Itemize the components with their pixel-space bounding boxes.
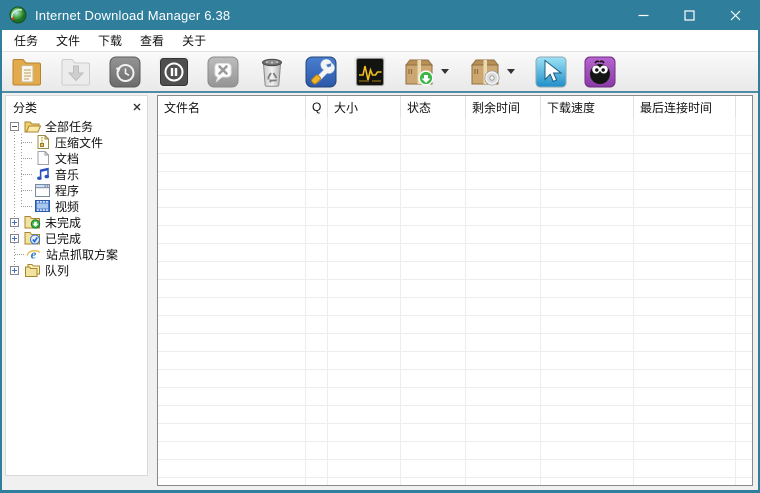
- window-title: Internet Download Manager 6.38: [35, 7, 231, 23]
- categories-close-icon[interactable]: [133, 103, 141, 111]
- minimize-icon[interactable]: [620, 0, 666, 30]
- resume-button[interactable]: [58, 54, 94, 90]
- grid-line: [735, 118, 736, 485]
- grabber-button[interactable]: [533, 54, 569, 90]
- categories-header: 分类: [6, 96, 147, 115]
- music-note-icon: [34, 167, 51, 182]
- mascot-button[interactable]: [582, 54, 618, 90]
- menu-about[interactable]: 关于: [173, 29, 215, 52]
- close-icon[interactable]: [712, 0, 758, 30]
- categories-title: 分类: [13, 100, 38, 115]
- column-header-4[interactable]: 剩余时间: [466, 96, 541, 118]
- categories-panel: 分类 全部任务 压缩文件 文档 音乐 程序 视频 未完成 已完成 e 站点抓取方…: [5, 95, 148, 476]
- tree-connector-line: [21, 134, 22, 206]
- tree-item-programs[interactable]: 程序: [6, 182, 147, 198]
- resume-folder-icon: [61, 58, 90, 85]
- column-header-1[interactable]: Q: [306, 96, 328, 118]
- zip-file-icon: [34, 135, 51, 150]
- column-header-3[interactable]: 状态: [401, 96, 466, 118]
- tree-item-unfinished[interactable]: 未完成: [6, 214, 147, 230]
- grid-line: [540, 118, 541, 485]
- video-film-icon: [34, 199, 51, 214]
- stop-queue-box-icon: [470, 59, 500, 85]
- options-wrench-icon: [305, 56, 337, 87]
- window-controls: [620, 0, 758, 30]
- start-queue-box-icon: [404, 59, 434, 86]
- grid-line: [305, 118, 306, 485]
- grabber-cursor-icon: [535, 56, 567, 87]
- menu-bar: 任务 文件 下载 查看 关于: [2, 30, 758, 52]
- grid-line: [633, 118, 634, 485]
- svg-text:e: e: [31, 247, 37, 261]
- scheduler-waveform-icon: [354, 56, 386, 87]
- table-header: 文件名 Q 大小 状态 剩余时间 下载速度 最后连接时间: [158, 96, 752, 118]
- maximize-icon[interactable]: [666, 0, 712, 30]
- stop-pause-icon: [158, 56, 190, 87]
- menu-view[interactable]: 查看: [131, 29, 173, 52]
- category-tree: 全部任务 压缩文件 文档 音乐 程序 视频 未完成 已完成 e 站点抓取方案 队…: [6, 118, 147, 278]
- collapse-minus-icon[interactable]: [10, 121, 19, 131]
- open-folder-icon: [24, 119, 41, 134]
- menu-file[interactable]: 文件: [47, 29, 89, 52]
- tree-item-grabber-projects[interactable]: e 站点抓取方案: [6, 246, 147, 262]
- tree-item-finished[interactable]: 已完成: [6, 230, 147, 246]
- column-header-6[interactable]: 最后连接时间: [634, 96, 736, 118]
- stop-all-bubble-icon: [207, 56, 239, 87]
- start-queue-dropdown-icon[interactable]: [441, 69, 449, 74]
- tree-item-music[interactable]: 音乐: [6, 166, 147, 182]
- finished-folder-icon: [24, 231, 41, 246]
- expand-plus-icon[interactable]: [10, 217, 19, 227]
- idm-window: Internet Download Manager 6.38 任务 文件 下载 …: [0, 0, 760, 493]
- document-icon: [34, 151, 51, 166]
- idm-logo-icon: [9, 6, 27, 24]
- redownload-button[interactable]: [107, 54, 143, 90]
- column-header-0[interactable]: 文件名: [158, 96, 306, 118]
- toolbar: [2, 52, 758, 93]
- grid-line: [465, 118, 466, 485]
- queues-folder-icon: [24, 263, 41, 278]
- grid-line: [327, 118, 328, 485]
- column-header-2[interactable]: 大小: [328, 96, 401, 118]
- add-url-button[interactable]: [9, 54, 45, 90]
- unfinished-folder-icon: [24, 215, 41, 230]
- delete-completed-button[interactable]: [254, 54, 290, 90]
- menu-downloads[interactable]: 下载: [89, 29, 131, 52]
- tree-item-queues[interactable]: 队列: [6, 262, 147, 278]
- start-queue-button[interactable]: [401, 54, 437, 90]
- tree-item-video[interactable]: 视频: [6, 198, 147, 214]
- start-queue-group: [401, 54, 458, 90]
- tree-item-all-tasks[interactable]: 全部任务: [6, 118, 147, 134]
- column-header-filler: [736, 96, 752, 118]
- site-grabber-icon: e: [25, 247, 42, 262]
- tree-item-documents[interactable]: 文档: [6, 150, 147, 166]
- grid-line: [400, 118, 401, 485]
- table-body[interactable]: [158, 118, 752, 485]
- stop-queue-group: [467, 54, 524, 90]
- column-header-5[interactable]: 下载速度: [541, 96, 634, 118]
- title-bar: Internet Download Manager 6.38: [2, 0, 758, 30]
- stop-queue-button[interactable]: [467, 54, 503, 90]
- delete-completed-trash-icon: [262, 58, 282, 87]
- downloads-panel: 文件名 Q 大小 状态 剩余时间 下载速度 最后连接时间: [157, 95, 753, 486]
- stop-queue-dropdown-icon[interactable]: [507, 69, 515, 74]
- redownload-clock-icon: [109, 56, 141, 87]
- stop-all-button[interactable]: [205, 54, 241, 90]
- main-area: 分类 全部任务 压缩文件 文档 音乐 程序 视频 未完成 已完成 e 站点抓取方…: [2, 93, 758, 488]
- add-url-folder-icon: [12, 58, 41, 85]
- stop-button[interactable]: [156, 54, 192, 90]
- mascot-icon: [584, 56, 616, 87]
- expand-plus-icon[interactable]: [10, 265, 19, 275]
- tree-item-compressed[interactable]: 压缩文件: [6, 134, 147, 150]
- scheduler-button[interactable]: [352, 54, 388, 90]
- menu-tasks[interactable]: 任务: [5, 29, 47, 52]
- program-window-icon: [34, 183, 51, 198]
- expand-plus-icon[interactable]: [10, 233, 19, 243]
- options-button[interactable]: [303, 54, 339, 90]
- tree-connector-line: [14, 126, 15, 270]
